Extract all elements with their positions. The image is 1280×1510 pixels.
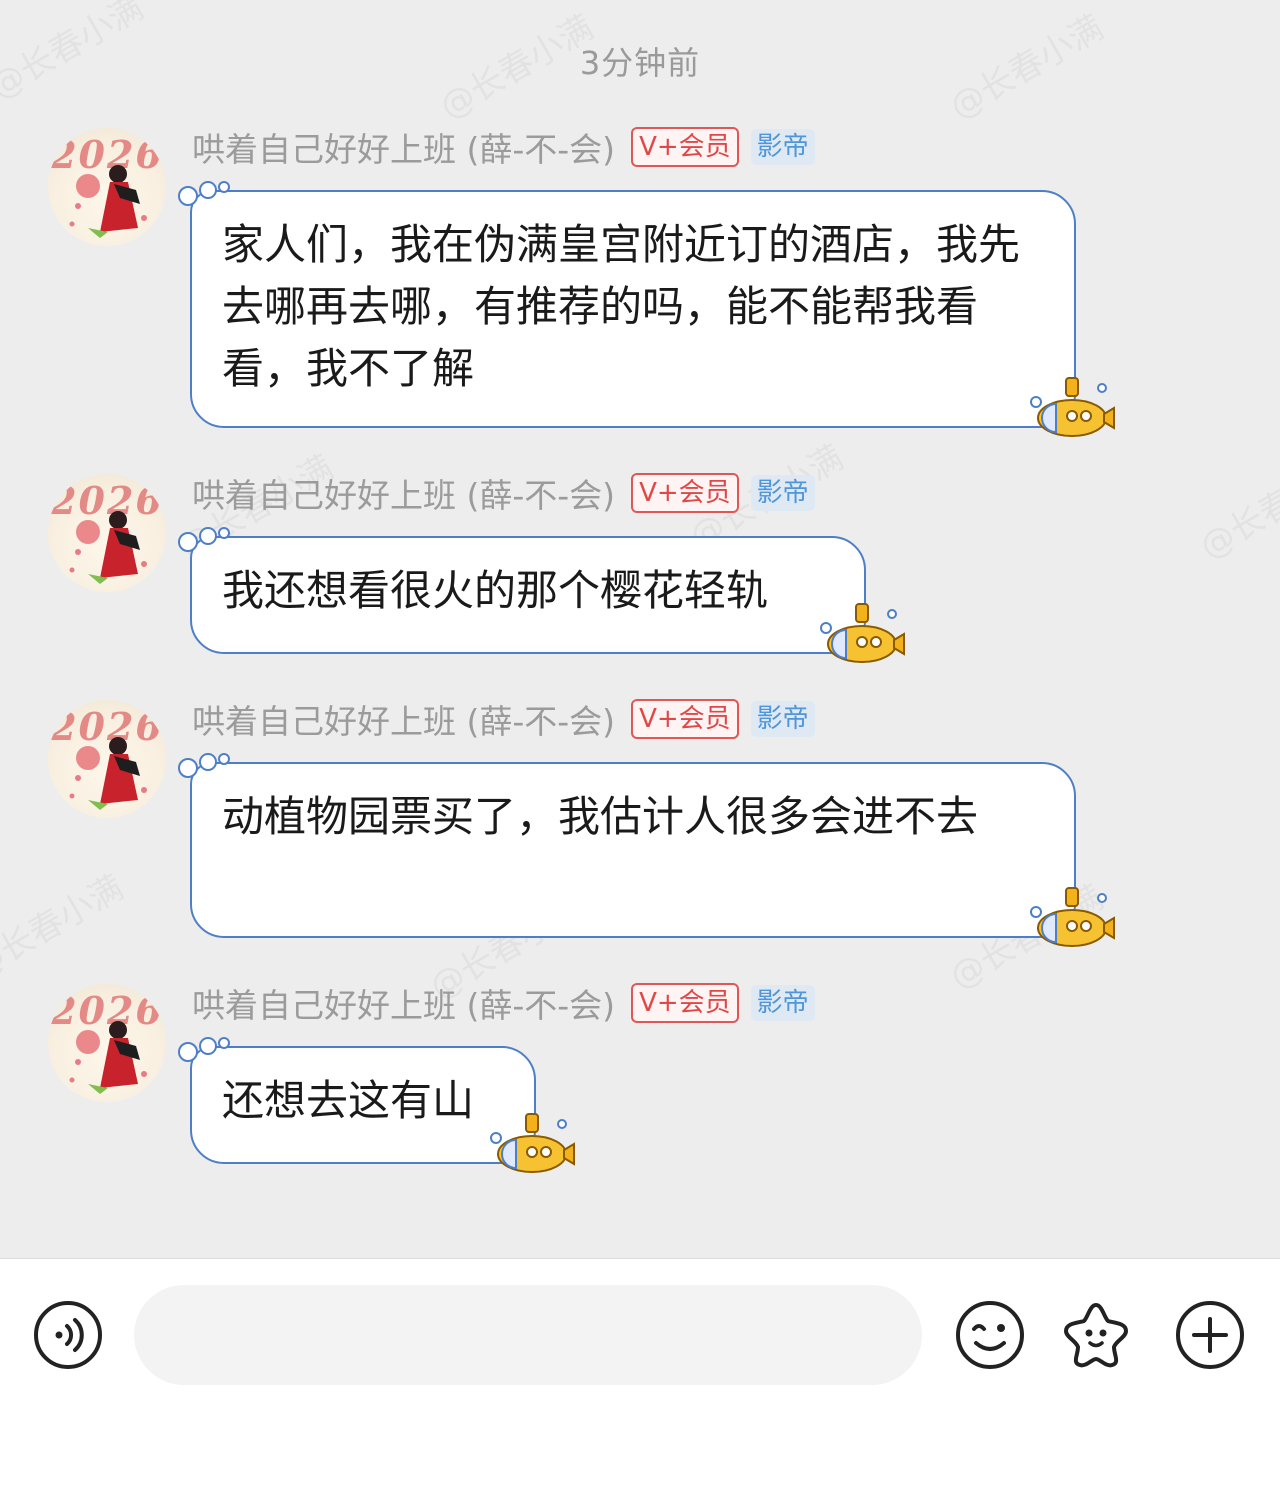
title-badge[interactable]: 影帝 [750, 129, 815, 165]
submarine-icon [490, 1113, 575, 1173]
message-meta: 哄着自己好好上班 (薛-不-会) V+会员 影帝 [192, 696, 815, 742]
vip-badge[interactable]: V+会员 [631, 473, 739, 513]
more-button[interactable] [1174, 1299, 1246, 1371]
avatar[interactable]: 2026 [48, 984, 166, 1102]
avatar[interactable]: 2026 [48, 700, 166, 818]
voice-icon [34, 1301, 102, 1369]
message-text: 家人们，我在伪满皇宫附近订的酒店，我先去哪再去哪，有推荐的吗，能不能帮我看看，我… [222, 220, 1021, 393]
message-bubble[interactable]: 动植物园票买了，我估计人很多会进不去 [178, 753, 1115, 947]
avatar[interactable]: 2026 [48, 474, 166, 592]
vip-badge[interactable]: V+会员 [631, 127, 739, 167]
bubble-decoration-icon [178, 753, 230, 778]
avatar[interactable]: 2026 [48, 128, 166, 246]
chat-area: @长春小满 @长春小满 @长春小满 @长春小满 @长春小满 @长春小满 @长春小… [0, 0, 1280, 1258]
bubble-decoration-icon [178, 527, 230, 552]
submarine-icon [1030, 377, 1115, 437]
message-text: 还想去这有山 [222, 1076, 475, 1125]
watermark: @长春小满 [0, 861, 131, 988]
message-meta: 哄着自己好好上班 (薛-不-会) V+会员 影帝 [192, 470, 815, 516]
message-bubble[interactable]: 我还想看很火的那个樱花轻轨 [178, 527, 905, 663]
vip-badge[interactable]: V+会员 [631, 983, 739, 1023]
title-badge[interactable]: 影帝 [750, 701, 815, 737]
message-bubble[interactable]: 还想去这有山 [178, 1037, 575, 1173]
watermark: @长春小满 [1189, 441, 1280, 568]
submarine-icon [1030, 887, 1115, 947]
bubble-decoration-icon [178, 1037, 230, 1062]
sender-name[interactable]: 哄着自己好好上班 (薛-不-会) [192, 123, 615, 171]
submarine-icon [820, 603, 905, 663]
sticker-button[interactable] [1060, 1299, 1132, 1371]
bubble-decoration-icon [178, 181, 230, 206]
avatar-figure-image [69, 1021, 147, 1094]
sender-name[interactable]: 哄着自己好好上班 (薛-不-会) [192, 469, 615, 517]
emoji-icon [956, 1301, 1024, 1369]
message-text: 动植物园票买了，我估计人很多会进不去 [222, 792, 979, 841]
title-badge[interactable]: 影帝 [750, 475, 815, 511]
message-timestamp: 3分钟前 [579, 44, 701, 82]
plus-icon [1176, 1301, 1244, 1369]
vip-badge[interactable]: V+会员 [631, 699, 739, 739]
message-meta: 哄着自己好好上班 (薛-不-会) V+会员 影帝 [192, 124, 815, 170]
message-text: 我还想看很火的那个樱花轻轨 [222, 566, 769, 615]
message-meta: 哄着自己好好上班 (薛-不-会) V+会员 影帝 [192, 980, 815, 1026]
message-input[interactable] [134, 1285, 922, 1385]
sticker-icon [1064, 1303, 1128, 1368]
message-bubble[interactable]: 家人们，我在伪满皇宫附近订的酒店，我先去哪再去哪，有推荐的吗，能不能帮我看看，我… [178, 181, 1115, 437]
sender-name[interactable]: 哄着自己好好上班 (薛-不-会) [192, 695, 615, 743]
emoji-button[interactable] [954, 1299, 1026, 1371]
avatar-figure-image [69, 737, 147, 810]
avatar-figure-image [69, 165, 147, 238]
avatar-figure-image [69, 511, 147, 584]
input-bar [0, 1258, 1280, 1510]
title-badge[interactable]: 影帝 [750, 985, 815, 1021]
sender-name[interactable]: 哄着自己好好上班 (薛-不-会) [192, 979, 615, 1027]
voice-button[interactable] [32, 1299, 104, 1371]
